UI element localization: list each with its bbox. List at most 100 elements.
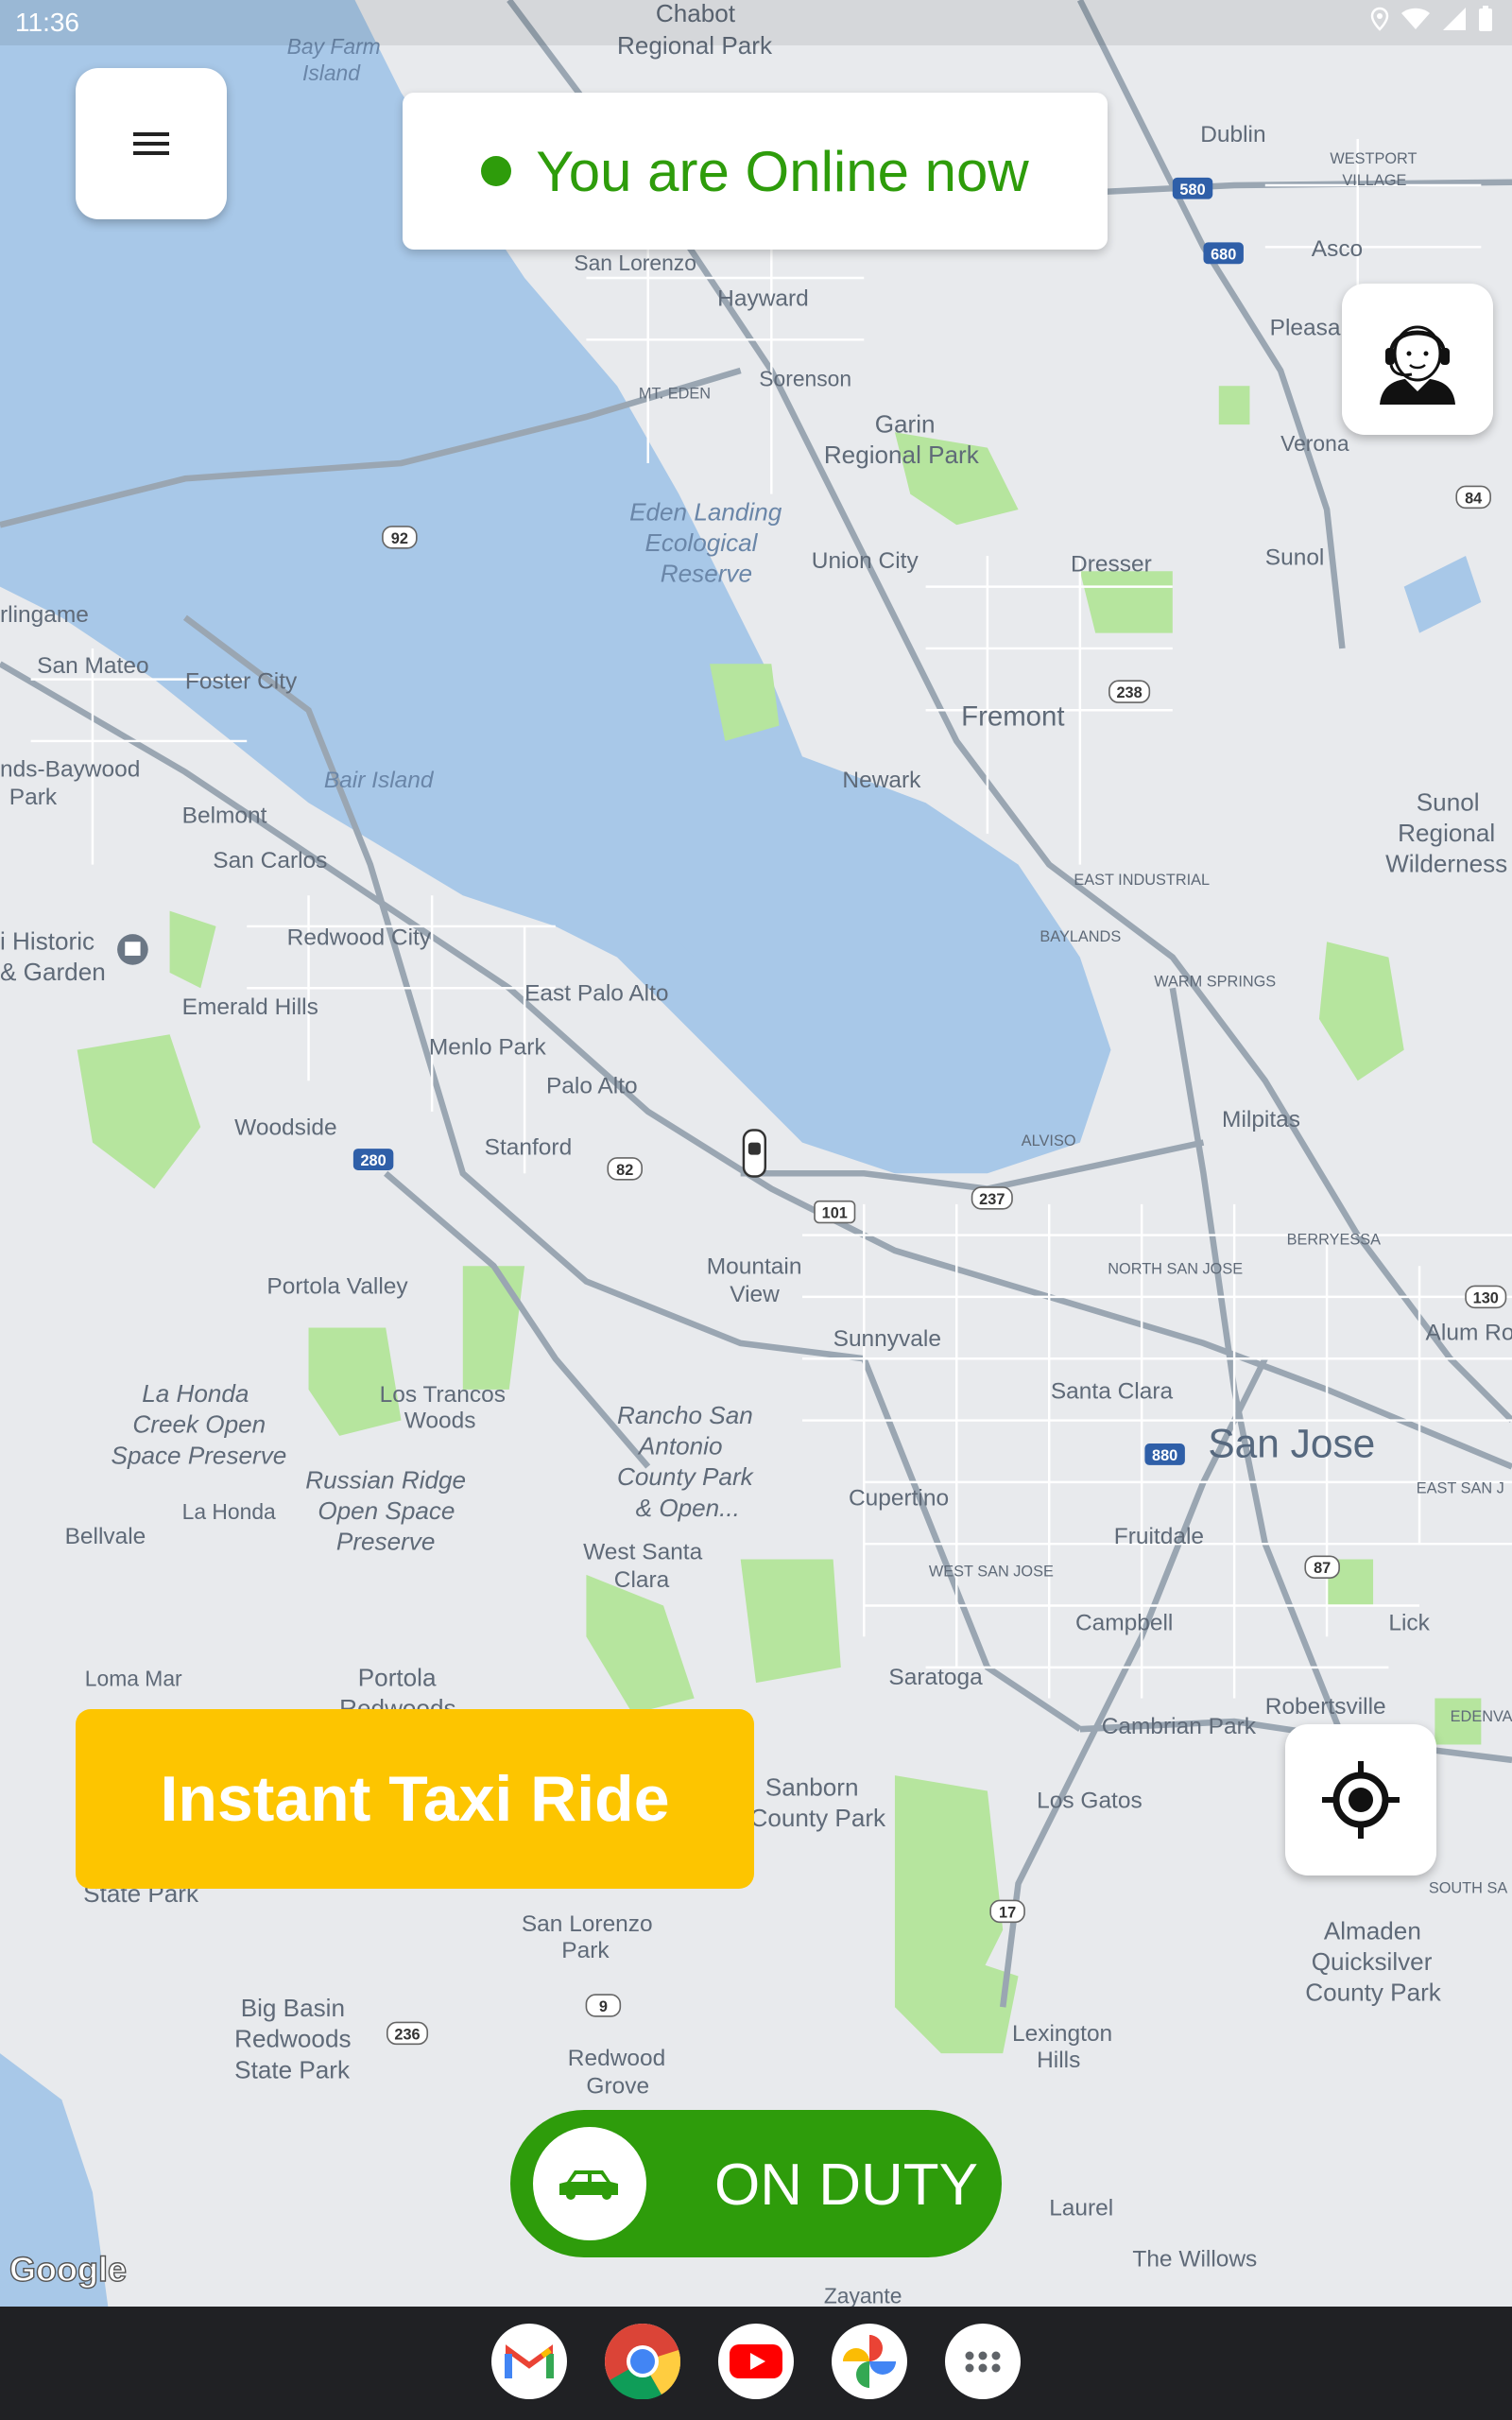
wifi-icon [1401,8,1430,29]
svg-text:Portola Valley: Portola Valley [266,1274,408,1300]
svg-text:84: 84 [1465,490,1482,507]
svg-text:Lexington: Lexington [1012,2021,1112,2047]
svg-text:580: 580 [1179,182,1205,199]
svg-text:Palo Alto: Palo Alto [546,1073,638,1098]
photos-app[interactable] [832,2324,907,2399]
my-location-button[interactable] [1285,1724,1436,1876]
svg-text:County Park: County Park [749,1804,886,1832]
svg-text:Belmont: Belmont [182,803,267,828]
svg-text:Pleasan: Pleasan [1270,315,1353,340]
svg-text:EAST INDUSTRIAL: EAST INDUSTRIAL [1074,872,1210,889]
duty-status-label: ON DUTY [714,2152,978,2218]
instant-taxi-ride-button[interactable]: Instant Taxi Ride [76,1709,754,1889]
svg-text:Regional Park: Regional Park [824,441,980,469]
taxi-cars-icon [559,2170,618,2200]
svg-text:Creek Open: Creek Open [132,1410,266,1439]
svg-text:Sunol: Sunol [1417,787,1480,816]
svg-text:West Santa: West Santa [583,1540,702,1565]
svg-text:Newark: Newark [842,768,921,793]
svg-text:87: 87 [1314,1560,1331,1577]
svg-text:EDENVA: EDENVA [1451,1708,1512,1725]
svg-text:92: 92 [391,530,408,547]
svg-text:VILLAGE: VILLAGE [1342,172,1406,189]
app-drawer[interactable] [945,2324,1021,2399]
gmail-app[interactable] [491,2324,567,2399]
svg-text:& Garden: & Garden [0,958,106,986]
svg-text:rlingame: rlingame [0,602,89,628]
status-icons [1370,6,1493,32]
svg-text:EAST SAN J: EAST SAN J [1417,1479,1504,1496]
svg-text:17: 17 [999,1904,1016,1921]
svg-text:Garin: Garin [875,409,936,438]
svg-text:Stanford: Stanford [485,1135,573,1161]
svg-text:County Park: County Park [617,1462,755,1491]
svg-text:Open Space: Open Space [318,1496,455,1525]
svg-text:Sanborn: Sanborn [765,1772,859,1801]
battery-icon [1479,6,1492,31]
svg-text:Cambrian Park: Cambrian Park [1102,1714,1257,1739]
svg-text:Saratoga: Saratoga [888,1665,983,1690]
svg-text:Loma Mar: Loma Mar [85,1666,182,1690]
svg-text:La Honda: La Honda [142,1379,249,1408]
svg-text:Dresser: Dresser [1071,551,1152,577]
svg-text:Zayante: Zayante [824,2284,902,2307]
svg-text:Grove: Grove [586,2074,649,2100]
crosshair-location-icon [1322,1761,1400,1839]
vehicle-marker-icon [742,1129,767,1178]
status-time: 11:36 [15,8,79,37]
support-agent-button[interactable] [1342,284,1493,435]
gmail-icon [505,2344,554,2378]
svg-text:Mountain: Mountain [707,1253,802,1279]
svg-text:Redwood City: Redwood City [287,925,432,951]
svg-text:Antonio: Antonio [637,1431,723,1460]
svg-text:Woods: Woods [404,1409,476,1434]
svg-text:Preserve: Preserve [336,1528,435,1556]
svg-text:State Park: State Park [234,2055,351,2083]
youtube-app[interactable] [718,2324,794,2399]
svg-text:Big Basin: Big Basin [241,1994,345,2022]
svg-text:Regional: Regional [1398,819,1495,847]
google-attribution: Google [9,2249,127,2289]
svg-text:Dublin: Dublin [1200,122,1265,147]
svg-text:236: 236 [394,2026,420,2043]
svg-text:Los Trancos: Los Trancos [380,1382,506,1408]
svg-text:Space Preserve: Space Preserve [112,1441,287,1469]
svg-text:Portola: Portola [358,1663,437,1691]
online-status-banner: You are Online now [403,93,1108,250]
duty-toggle-knob[interactable] [533,2127,646,2240]
online-status-dot [481,156,512,186]
svg-text:WESTPORT: WESTPORT [1330,150,1417,167]
menu-button[interactable] [76,68,227,219]
app-dock [491,2324,1021,2399]
svg-text:San Carlos: San Carlos [213,848,327,873]
svg-text:San Lorenzo: San Lorenzo [522,1911,653,1937]
svg-text:Redwoods: Redwoods [234,2025,351,2053]
svg-text:880: 880 [1152,1447,1177,1464]
svg-text:680: 680 [1211,246,1236,263]
youtube-icon [730,2344,782,2378]
svg-text:9: 9 [599,1998,608,2015]
svg-text:Rancho San: Rancho San [617,1401,753,1429]
svg-text:Sunol: Sunol [1265,545,1325,571]
svg-text:NORTH SAN JOSE: NORTH SAN JOSE [1108,1260,1243,1277]
map-view[interactable]: Chabot Regional Park Bay Farm Island Dub… [0,0,1512,2307]
svg-text:Robertsville: Robertsville [1265,1694,1386,1720]
svg-text:WARM SPRINGS: WARM SPRINGS [1154,974,1276,991]
location-icon [1370,7,1389,31]
svg-text:San Jose: San Jose [1208,1422,1375,1466]
duty-toggle[interactable]: ON DUTY [510,2110,1002,2257]
hamburger-menu-icon [133,132,169,155]
svg-text:County Park: County Park [1305,1979,1442,2007]
svg-text:237: 237 [979,1191,1005,1208]
svg-text:Quicksilver: Quicksilver [1312,1947,1433,1976]
svg-text:Santa Clara: Santa Clara [1051,1379,1174,1405]
svg-text:280: 280 [360,1152,386,1169]
svg-text:Bellvale: Bellvale [65,1524,146,1549]
svg-text:Union City: Union City [812,548,919,574]
chrome-app[interactable] [605,2324,680,2399]
svg-text:130: 130 [1473,1289,1499,1306]
svg-text:Hayward: Hayward [717,285,809,311]
signal-icon [1443,8,1466,30]
svg-text:Park: Park [561,1938,610,1963]
online-status-text: You are Online now [536,139,1029,203]
